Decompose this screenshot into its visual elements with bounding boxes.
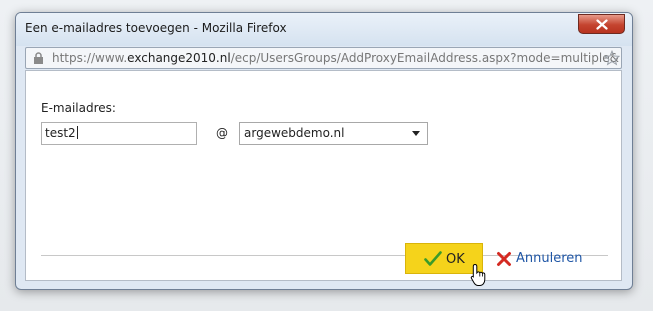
email-local-part-input[interactable]: test2 — [41, 122, 197, 145]
url-domain: exchange2010.nl — [127, 51, 231, 65]
url-prefix: https://www. — [52, 51, 128, 65]
text-caret — [76, 126, 78, 139]
cancel-button[interactable]: Annuleren — [492, 243, 592, 274]
ok-button-label: OK — [446, 252, 465, 267]
at-sign: @ — [216, 126, 228, 140]
title-bar[interactable]: Een e-mailadres toevoegen - Mozilla Fire… — [16, 13, 632, 46]
desktop-background: Een e-mailadres toevoegen - Mozilla Fire… — [0, 0, 653, 311]
email-local-part-value: test2 — [45, 126, 76, 140]
chevron-down-icon — [412, 131, 420, 136]
url-path: /ecp/UsersGroups/AddProxyEmailAddress.as… — [230, 51, 619, 65]
cancel-button-label: Annuleren — [516, 251, 583, 266]
address-bar[interactable]: https://www.exchange2010.nl/ecp/UsersGro… — [25, 47, 622, 69]
lock-icon — [34, 52, 43, 64]
close-icon — [596, 19, 608, 30]
checkmark-icon — [424, 251, 442, 266]
domain-selected-value: argewebdemo.nl — [244, 126, 345, 140]
window-title: Een e-mailadres toevoegen - Mozilla Fire… — [25, 21, 287, 35]
email-address-label: E-mailadres: — [41, 101, 116, 115]
star-icon[interactable] — [604, 50, 620, 66]
hand-cursor-icon — [470, 263, 486, 286]
domain-select[interactable]: argewebdemo.nl — [239, 122, 428, 145]
close-button[interactable] — [578, 14, 625, 34]
url-text: https://www.exchange2010.nl/ecp/UsersGro… — [52, 51, 619, 65]
cancel-x-icon — [497, 252, 511, 266]
